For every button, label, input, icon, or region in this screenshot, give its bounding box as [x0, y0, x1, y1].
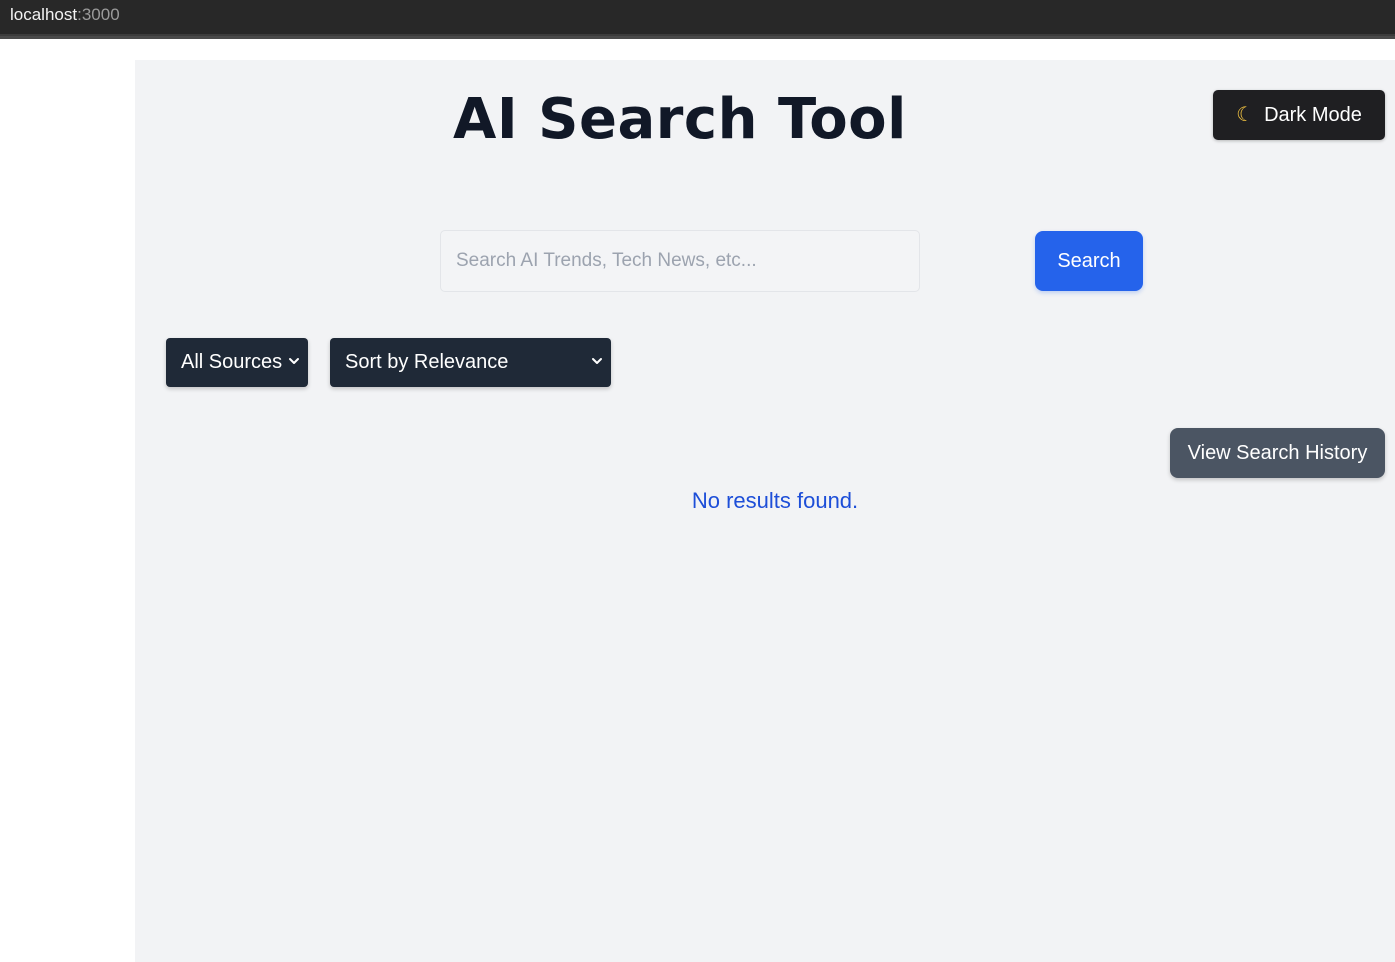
browser-top-bar: localhost:3000: [0, 0, 1395, 34]
browser-divider-shadow: [0, 36, 1395, 39]
no-results-message: No results found.: [691, 488, 859, 513]
url-host: localhost: [10, 5, 78, 24]
url-port: :3000: [77, 5, 120, 24]
source-filter-value: All Sources: [181, 351, 283, 373]
page-title: AI Search Tool: [453, 87, 907, 152]
moon-icon: ☾: [1236, 104, 1255, 126]
search-input[interactable]: [440, 230, 920, 292]
app-container: AI Search Tool ☾ Dark Mode Search All So…: [135, 60, 1395, 962]
sort-value: Sort by Relevance: [345, 351, 509, 373]
source-filter-select[interactable]: All Sources: [166, 338, 308, 387]
dark-mode-label: Dark Mode: [1264, 103, 1362, 126]
dark-mode-button[interactable]: ☾ Dark Mode: [1213, 90, 1385, 140]
search-button[interactable]: Search: [1035, 231, 1143, 291]
chevron-down-icon: [592, 358, 602, 364]
address-bar[interactable]: localhost:3000: [10, 5, 120, 25]
view-search-history-button[interactable]: View Search History: [1170, 428, 1385, 478]
sort-select[interactable]: Sort by Relevance: [330, 338, 611, 387]
chevron-down-icon: [289, 358, 299, 364]
